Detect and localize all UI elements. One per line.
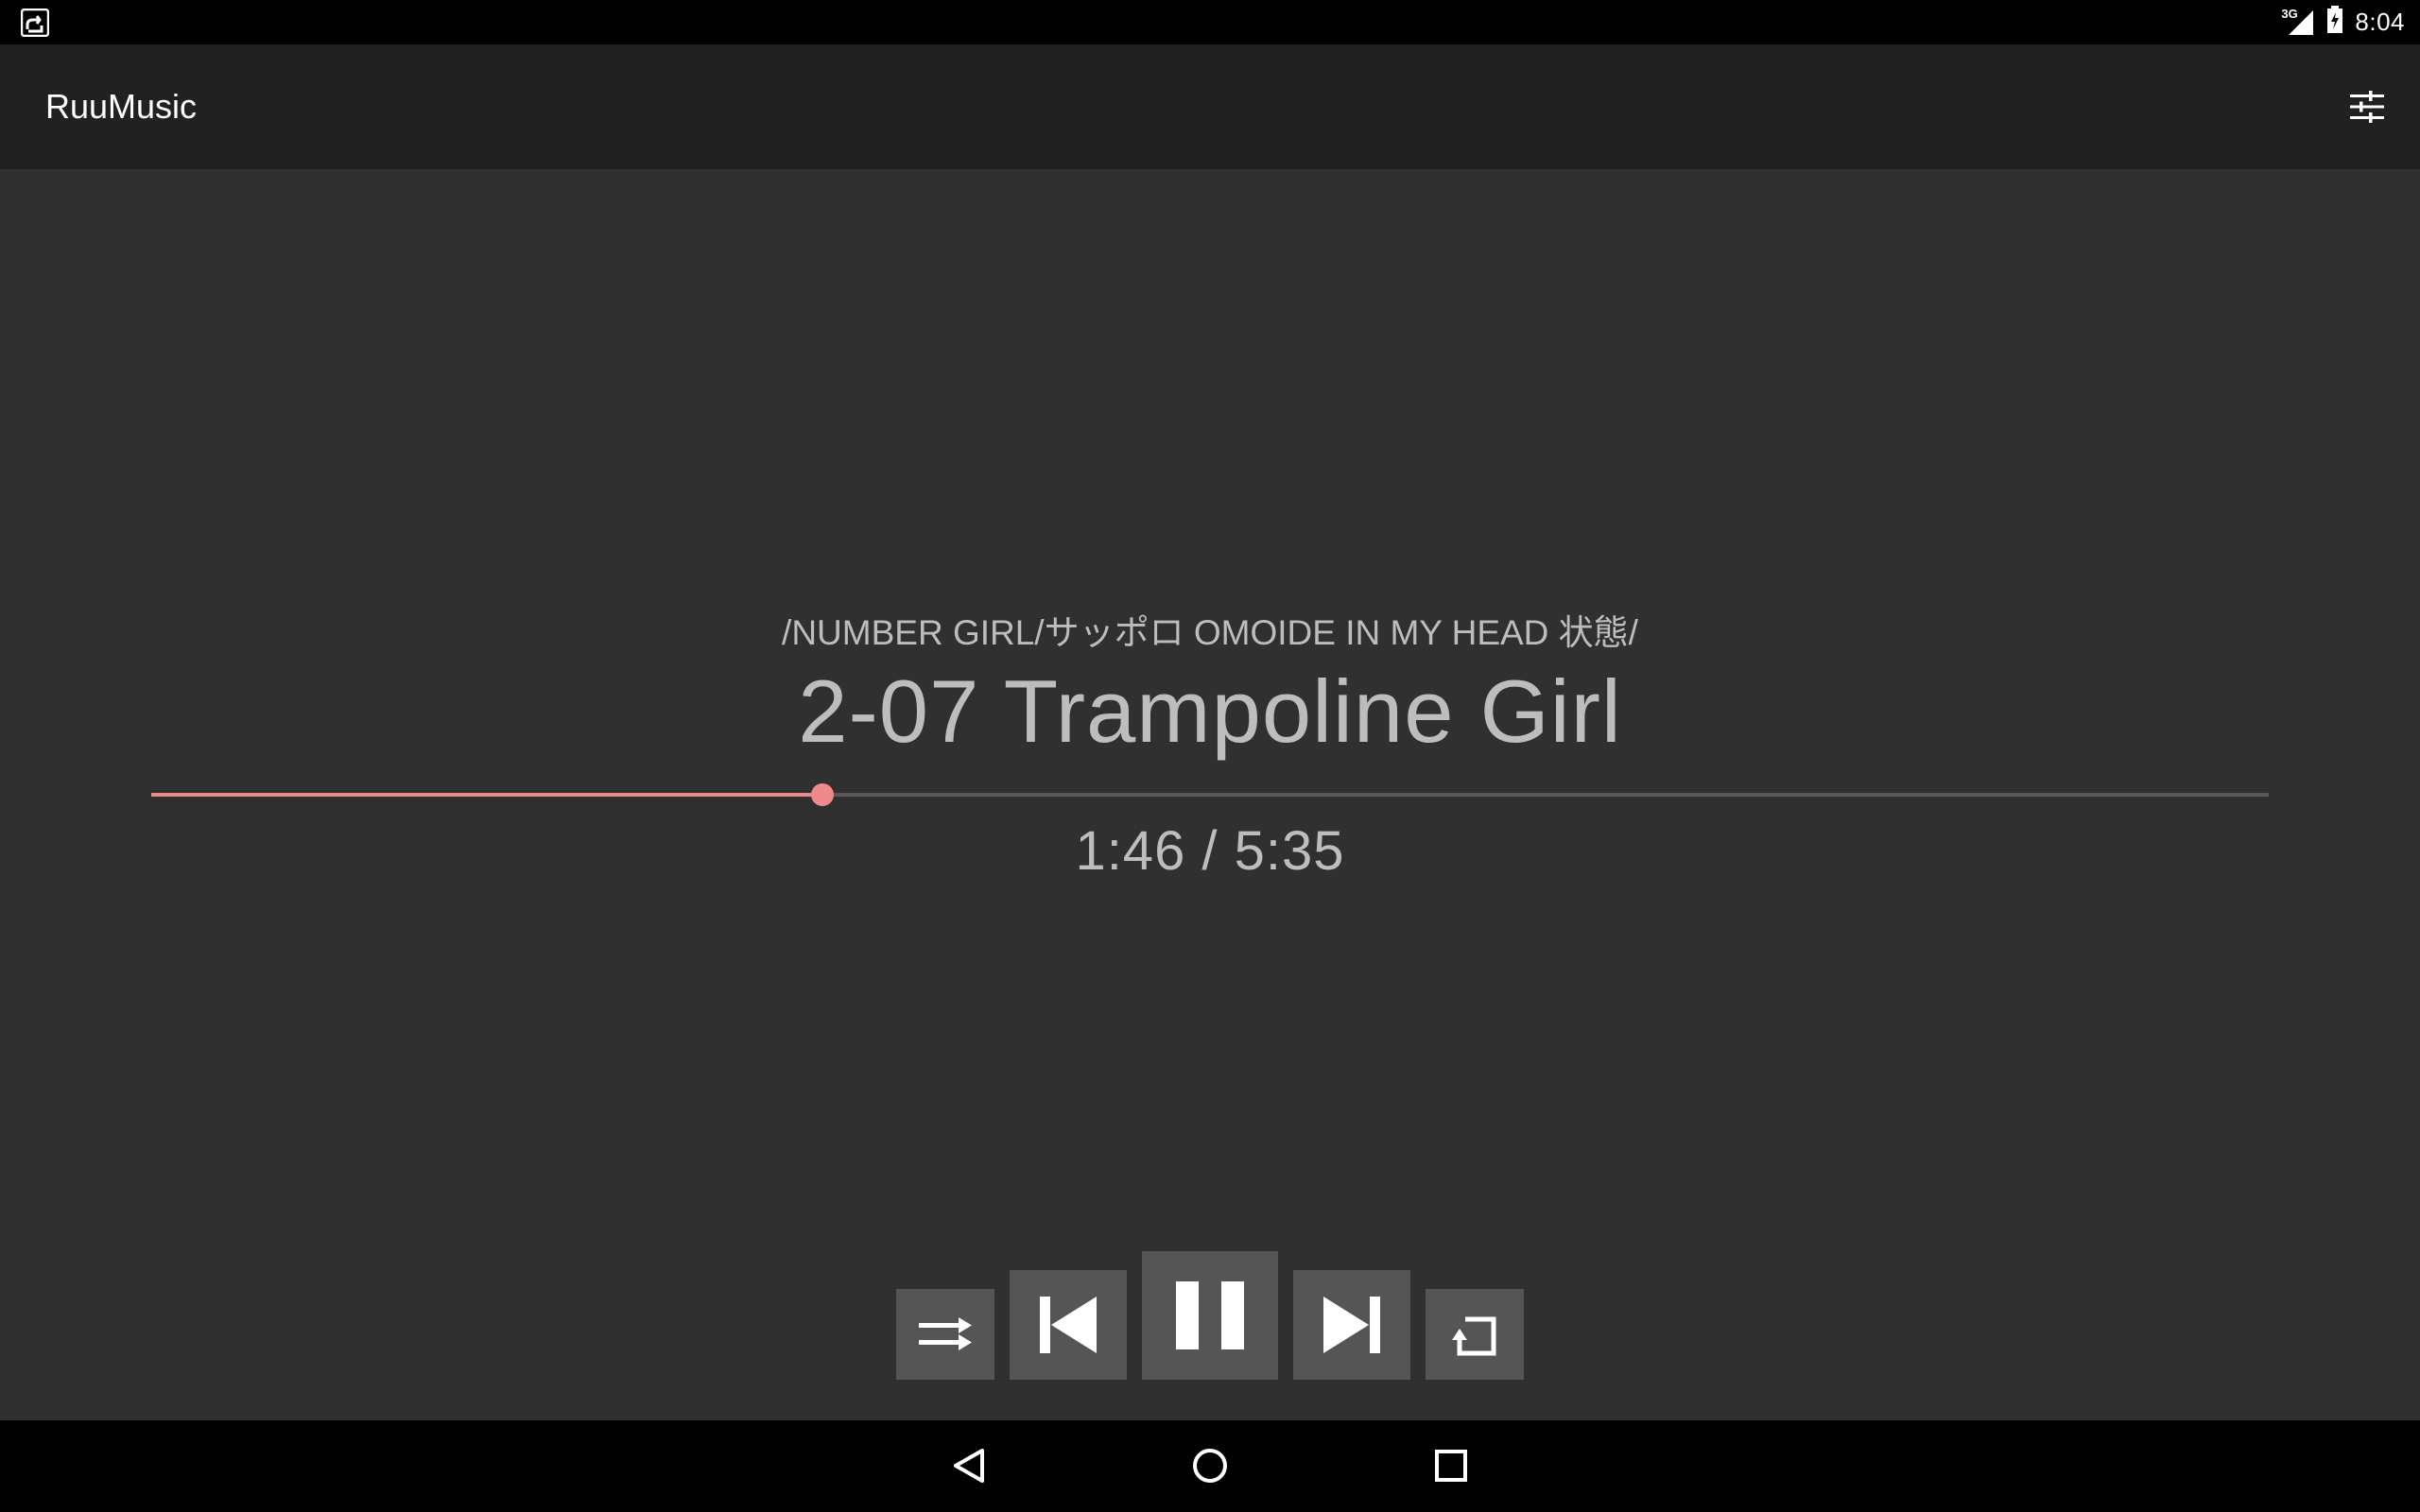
repeat-icon (1452, 1316, 1496, 1356)
app-title: RuuMusic (45, 87, 198, 126)
equalizer-settings-button[interactable] (2341, 80, 2394, 133)
previous-button[interactable] (1010, 1270, 1127, 1380)
player-content: /NUMBER GIRL/サッポロ OMOIDE IN MY HEAD 状態/ … (0, 169, 2420, 1420)
recents-button[interactable] (1423, 1437, 1479, 1494)
seek-progress (151, 793, 823, 797)
repeat-button[interactable] (1426, 1289, 1524, 1380)
shuffle-icon (919, 1317, 972, 1350)
tune-icon (2350, 91, 2384, 123)
battery-charging-icon (2326, 6, 2343, 39)
navigation-bar (0, 1420, 2420, 1512)
track-path: /NUMBER GIRL/サッポロ OMOIDE IN MY HEAD 状態/ (782, 613, 1638, 652)
seek-bar[interactable] (151, 781, 2269, 809)
app-bar: RuuMusic (0, 44, 2420, 169)
pause-button[interactable] (1142, 1251, 1278, 1380)
status-time: 8:04 (2355, 8, 2405, 36)
track-title: 2-07 Trampoline Girl (798, 662, 1622, 761)
app-notification-icon (20, 8, 50, 38)
skip-previous-icon (1040, 1297, 1097, 1353)
next-button[interactable] (1293, 1270, 1410, 1380)
home-icon (1193, 1449, 1227, 1483)
back-button[interactable] (941, 1437, 997, 1494)
pause-icon (1176, 1281, 1244, 1349)
skip-next-icon (1323, 1297, 1380, 1353)
status-bar: 3G 8:04 (0, 0, 2420, 44)
signal-icon: 3G (2281, 7, 2315, 37)
seek-thumb[interactable] (811, 783, 835, 806)
back-icon (954, 1449, 984, 1483)
shuffle-button[interactable] (896, 1289, 994, 1380)
playback-time: 1:46 / 5:35 (1075, 820, 1345, 882)
home-button[interactable] (1182, 1437, 1238, 1494)
recents-icon (1435, 1450, 1467, 1482)
